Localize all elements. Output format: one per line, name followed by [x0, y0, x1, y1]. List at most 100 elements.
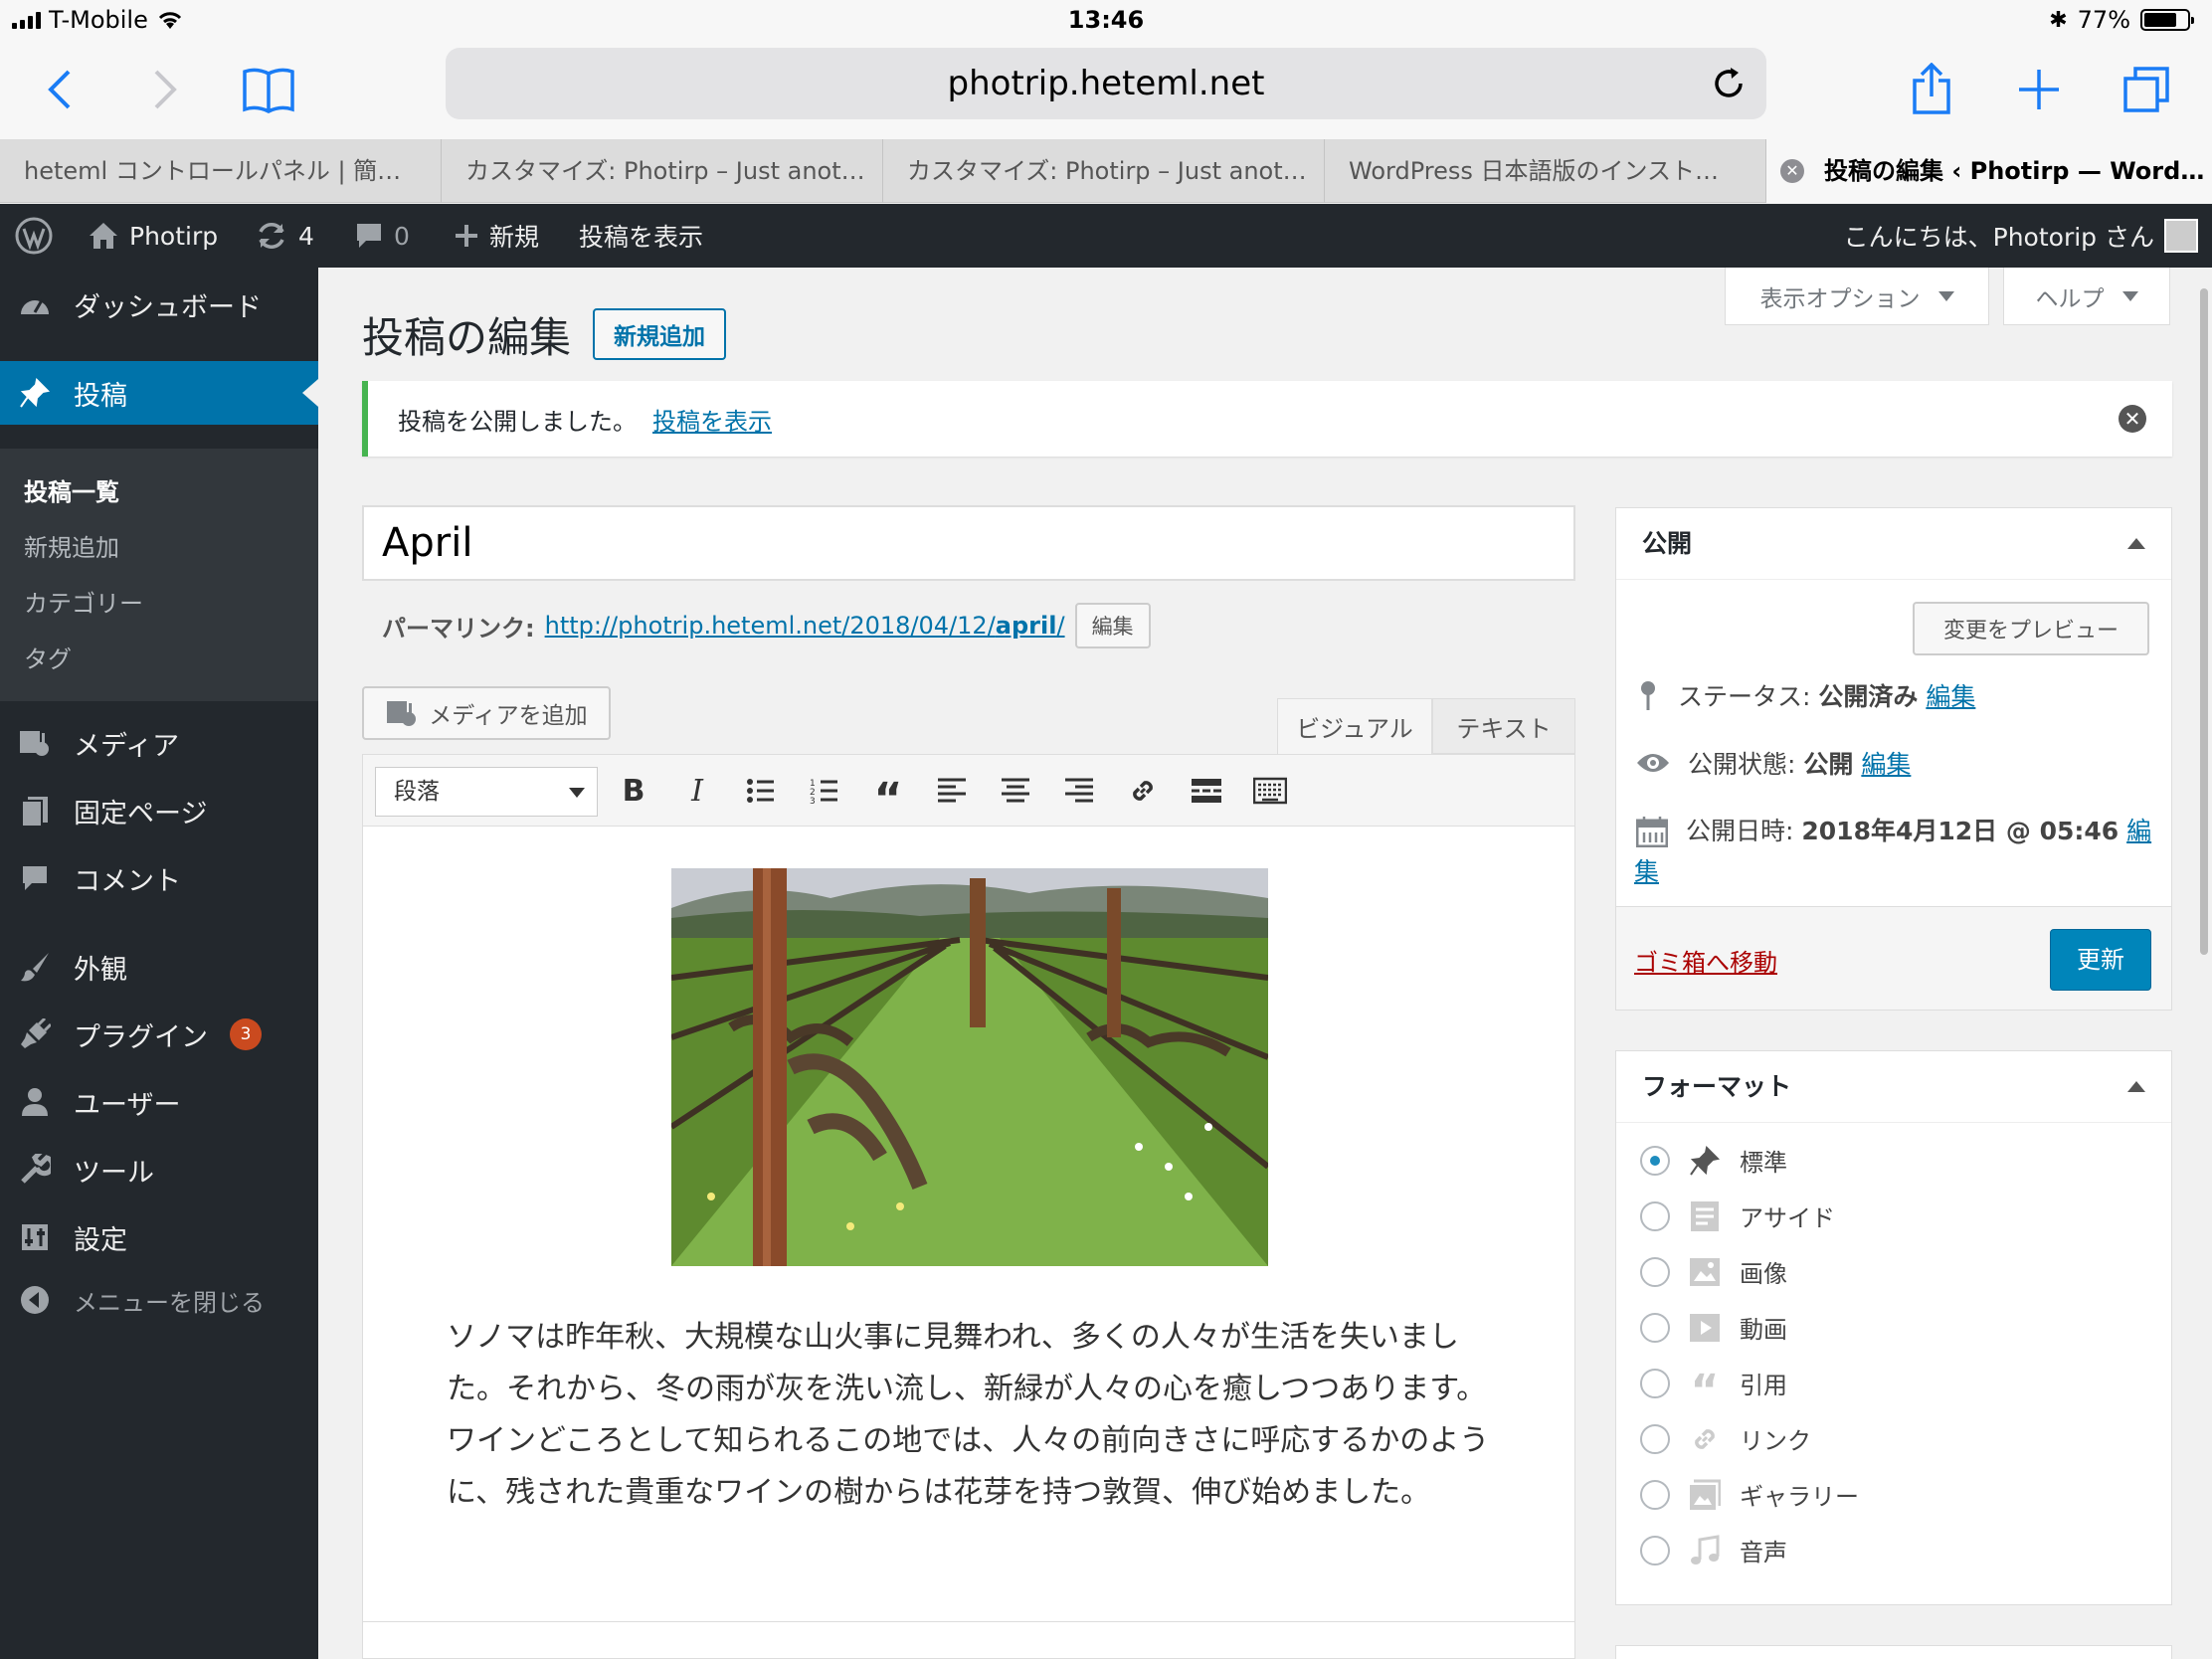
- caret-up-icon[interactable]: [2127, 1081, 2145, 1092]
- submenu-add-new[interactable]: 新規追加: [24, 528, 119, 563]
- align-center-button[interactable]: [996, 771, 1035, 811]
- menu-media[interactable]: メディア: [0, 711, 318, 775]
- radio[interactable]: [1640, 1368, 1670, 1398]
- menu-appearance[interactable]: 外観: [0, 935, 318, 999]
- tab-visual[interactable]: ビジュアル: [1277, 698, 1432, 754]
- radio[interactable]: [1640, 1423, 1670, 1454]
- format-option-standard[interactable]: 標準: [1640, 1143, 1787, 1178]
- toolbar-toggle-button[interactable]: [1250, 771, 1290, 811]
- menu-comments[interactable]: コメント: [0, 846, 318, 910]
- close-tab-icon[interactable]: ✕: [1780, 159, 1804, 183]
- submenu-tags[interactable]: タグ: [24, 640, 72, 674]
- account-menu[interactable]: こんにちは、Photorip さん: [1844, 204, 2198, 268]
- dismiss-icon[interactable]: ✕: [2119, 405, 2146, 433]
- content-editor[interactable]: 段落 B I 123 “ ソノマは昨年秋、大規模な山火事に見舞われ、多くの人々が…: [362, 754, 1575, 1659]
- collapse-menu-button[interactable]: メニューを閉じる: [0, 1268, 318, 1332]
- format-option-link[interactable]: リンク: [1640, 1421, 1811, 1456]
- screen-options-button[interactable]: 表示オプション: [1725, 268, 1989, 325]
- tab-text[interactable]: テキスト: [1432, 698, 1575, 754]
- browser-tab-active[interactable]: ✕ 投稿の編集 ‹ Photirp — WordP…: [1766, 139, 2212, 203]
- radio[interactable]: [1640, 1479, 1670, 1510]
- submenu-categories[interactable]: カテゴリー: [24, 584, 143, 619]
- radio[interactable]: [1640, 1200, 1670, 1231]
- blockquote-button[interactable]: “: [868, 771, 908, 825]
- new-tab-button[interactable]: [1997, 48, 2081, 131]
- comments-link[interactable]: 0: [354, 204, 410, 268]
- edit-status-link[interactable]: 編集: [1926, 682, 1975, 711]
- updates-link[interactable]: 4: [255, 204, 314, 268]
- align-left-button[interactable]: [932, 771, 972, 811]
- help-button[interactable]: ヘルプ: [2003, 268, 2170, 325]
- numbered-list-button[interactable]: 123: [805, 771, 844, 811]
- radio-selected[interactable]: [1640, 1145, 1670, 1176]
- format-option-gallery[interactable]: ギャラリー: [1640, 1477, 1859, 1512]
- format-select[interactable]: 段落: [375, 767, 598, 817]
- align-right-button[interactable]: [1059, 771, 1099, 811]
- edit-visibility-link[interactable]: 編集: [1861, 750, 1911, 779]
- forward-button[interactable]: [123, 48, 207, 131]
- caret-up-icon[interactable]: [2127, 538, 2145, 549]
- format-option-image[interactable]: 画像: [1640, 1254, 1787, 1289]
- update-button[interactable]: 更新: [2050, 929, 2151, 991]
- page-scrollbar[interactable]: [2200, 288, 2208, 955]
- site-name-link[interactable]: Photirp: [88, 204, 218, 268]
- edit-date-link-part[interactable]: 編: [2126, 817, 2151, 845]
- format-option-aside[interactable]: アサイド: [1640, 1198, 1835, 1233]
- menu-tools[interactable]: ツール: [0, 1138, 318, 1201]
- radio[interactable]: [1640, 1535, 1670, 1566]
- bookmarks-button[interactable]: [227, 48, 310, 131]
- radio[interactable]: [1640, 1256, 1670, 1287]
- format-option-audio[interactable]: 音声: [1640, 1533, 1787, 1567]
- address-bar[interactable]: photrip.heteml.net: [446, 48, 1766, 119]
- bold-button[interactable]: B: [614, 771, 653, 811]
- add-media-button[interactable]: メディアを追加: [362, 686, 611, 740]
- menu-posts[interactable]: 投稿: [0, 361, 318, 425]
- wp-logo[interactable]: [14, 204, 54, 268]
- quote-icon: “: [1690, 1366, 1720, 1416]
- read-more-button[interactable]: [1187, 771, 1226, 811]
- vineyard-image[interactable]: [671, 868, 1268, 1266]
- reload-icon[interactable]: [1709, 64, 1749, 103]
- browser-tab[interactable]: カスタマイズ: Photirp – Just anot…: [442, 139, 883, 203]
- insert-link-button[interactable]: [1123, 771, 1163, 811]
- permalink-label: パーマリンク:: [382, 614, 535, 643]
- notice-view-post-link[interactable]: 投稿を表示: [652, 402, 772, 437]
- trash-link[interactable]: ゴミ箱へ移動: [1634, 943, 1777, 978]
- browser-tab[interactable]: WordPress 日本語版のインスト…: [1325, 139, 1766, 203]
- tabs-overview-button[interactable]: [2105, 48, 2188, 131]
- post-body-paragraph[interactable]: ソノマは昨年秋、大規模な山火事に見舞われ、多くの人々が生活を失いました。それから…: [447, 1312, 1501, 1519]
- calendar-icon: [1636, 817, 1668, 847]
- format-option-quote[interactable]: “ 引用: [1640, 1366, 1787, 1416]
- quote-icon: “: [873, 773, 903, 825]
- comment-icon: [18, 861, 52, 895]
- add-new-button[interactable]: 新規追加: [593, 308, 726, 360]
- comments-count: 0: [394, 221, 410, 251]
- format-option-video[interactable]: 動画: [1640, 1310, 1787, 1345]
- permalink-link[interactable]: http://photrip.heteml.net/2018/04/12/apr…: [545, 612, 1065, 640]
- publish-box-header[interactable]: 公開: [1616, 508, 2171, 580]
- bullet-list-icon: [747, 779, 774, 803]
- edit-permalink-button[interactable]: 編集: [1074, 603, 1151, 648]
- menu-plugins[interactable]: プラグイン 3: [0, 1003, 318, 1066]
- submenu-all-posts[interactable]: 投稿一覧: [24, 472, 119, 507]
- browser-tab[interactable]: heteml コントロールパネル | 簡…: [0, 139, 442, 203]
- italic-button[interactable]: I: [677, 771, 717, 811]
- bullet-list-button[interactable]: [741, 771, 781, 811]
- menu-settings[interactable]: 設定: [0, 1205, 318, 1269]
- view-post-link[interactable]: 投稿を表示: [579, 204, 703, 268]
- bluetooth-icon: ✱: [2049, 7, 2068, 33]
- menu-users[interactable]: ユーザー: [0, 1070, 318, 1134]
- browser-tab[interactable]: カスタマイズ: Photirp – Just anot…: [883, 139, 1325, 203]
- new-content-link[interactable]: 新規: [454, 204, 539, 268]
- menu-pages[interactable]: 固定ページ: [0, 779, 318, 842]
- format-box-header[interactable]: フォーマット: [1616, 1051, 2171, 1123]
- pin-icon: [1641, 681, 1655, 710]
- link-icon: [1133, 781, 1153, 801]
- menu-dashboard[interactable]: ダッシュボード: [0, 273, 318, 336]
- share-button[interactable]: [1890, 48, 1973, 131]
- post-title-input[interactable]: April: [362, 505, 1575, 581]
- back-button[interactable]: [18, 48, 101, 131]
- radio[interactable]: [1640, 1312, 1670, 1343]
- preview-changes-button[interactable]: 変更をプレビュー: [1913, 602, 2149, 655]
- edit-date-link-wrap[interactable]: 集: [1634, 852, 1659, 888]
